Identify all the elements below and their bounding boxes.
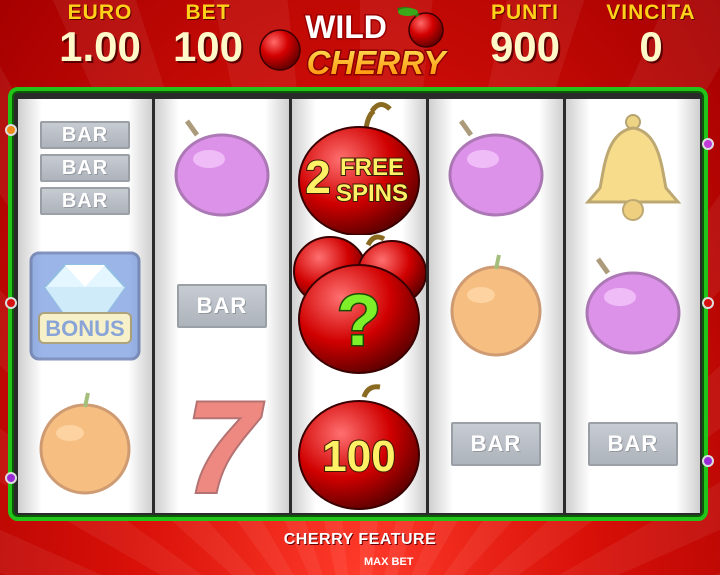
reel4-bar: BAR (429, 375, 563, 513)
logo-cherry: CHERRY (307, 44, 448, 81)
diamond-icon: BONUS (29, 251, 141, 361)
bet-stat[interactable]: BET 100 (162, 2, 254, 70)
euro-stat: EURO 1.00 (45, 2, 155, 70)
vincita-value: 0 (639, 23, 663, 70)
payline-indicator-left-1 (5, 124, 17, 136)
plum-icon (448, 119, 544, 217)
reel-2: BAR 7 (155, 99, 289, 513)
euro-value: 1.00 (59, 23, 141, 70)
vincita-stat: VINCITA 0 (592, 2, 710, 70)
reel5-bell (566, 99, 700, 237)
payline-indicator-right-2 (702, 297, 714, 309)
reel3-mystery-cherry: ? (292, 227, 426, 377)
reel-3: 2 FREE SPINS ? 100 (292, 99, 426, 513)
punti-value: 900 (489, 23, 561, 70)
hud: EURO 1.00 BET 100 PUNTI 900 VINCITA 0 WI… (0, 0, 720, 88)
reel5-plum (566, 237, 700, 375)
bonus-label: BONUS (45, 316, 124, 341)
reel4-orange (429, 237, 563, 375)
euro-label: EURO (67, 1, 133, 24)
reel3-free-spins-cherry: 2 FREE SPINS (292, 99, 426, 237)
free-spins-count: 2 (305, 151, 331, 203)
reel1-triple-bar: BAR BAR BAR (18, 99, 152, 237)
reel-5: BAR (566, 99, 700, 513)
plum-icon (174, 119, 270, 217)
orange-icon (450, 254, 542, 357)
cherry-icon: 100 (298, 384, 420, 510)
bet-label: BET (185, 1, 231, 24)
payline-indicator-left-3 (5, 472, 17, 484)
bar-symbol: BAR (40, 154, 130, 182)
bar-symbol: BAR (588, 422, 678, 466)
bar-symbol: BAR (451, 422, 541, 466)
reel3-value-cherry: 100 (292, 377, 426, 515)
feature-title: CHERRY FEATURE (283, 531, 437, 548)
reel2-bar: BAR (155, 237, 289, 375)
seven-label: 7 (186, 384, 264, 504)
reel-4: BAR (429, 99, 563, 513)
cherry-cluster-icon: ? (293, 234, 426, 374)
logo-wild: WILD (305, 9, 387, 45)
payline-indicator-left-2 (5, 297, 17, 309)
bet-value: 100 (172, 23, 244, 70)
bar-symbol: BAR (177, 284, 267, 328)
bar-symbol: BAR (40, 121, 130, 149)
reel1-bonus: BONUS (18, 237, 152, 375)
vincita-label: VINCITA (606, 1, 696, 24)
wild-cherry-logo: WILD CHERRY (259, 6, 448, 82)
reel2-seven: 7 (155, 375, 289, 513)
free-spins-text2: SPINS (336, 180, 408, 207)
bell-icon (584, 114, 682, 221)
reel-frame: BAR BAR BAR BONUS BAR 7 2 FREE SPINS ? 1… (8, 87, 708, 521)
reel-1: BAR BAR BAR BONUS (18, 99, 152, 513)
mystery-label: ? (337, 281, 381, 361)
punti-stat: PUNTI 900 (470, 2, 580, 70)
payline-indicator-right-3 (702, 455, 714, 467)
cherry-value-label: 100 (322, 432, 395, 481)
plum-icon (585, 257, 681, 355)
reel4-plum (429, 99, 563, 237)
reel2-plum (155, 99, 289, 237)
max-bet-label[interactable]: MAX BET (364, 556, 414, 568)
free-spins-text1: FREE (340, 154, 404, 181)
punti-label: PUNTI (491, 1, 559, 24)
reel5-bar: BAR (566, 375, 700, 513)
bar-symbol: BAR (40, 187, 130, 215)
orange-icon (39, 392, 131, 495)
payline-indicator-right-1 (702, 138, 714, 150)
cherry-icon: 2 FREE SPINS (298, 102, 420, 235)
reel1-orange (18, 375, 152, 513)
seven-icon: 7 (184, 384, 266, 504)
